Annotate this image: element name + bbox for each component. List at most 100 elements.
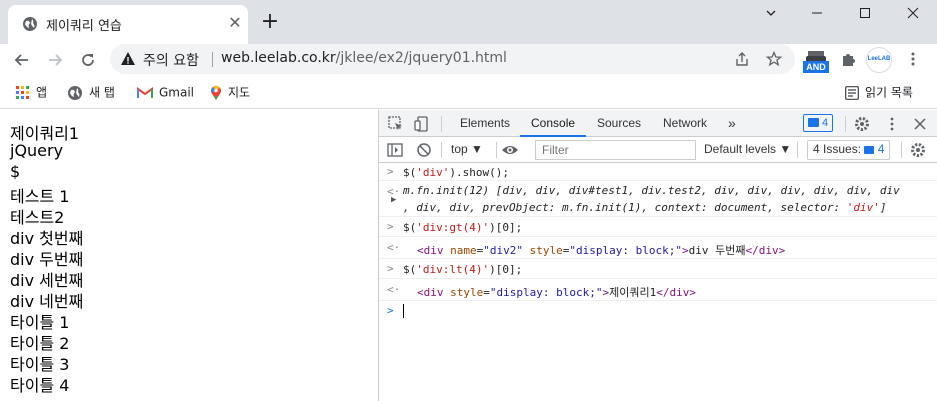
page-text-line: jQuery bbox=[10, 141, 64, 160]
code-token: ] bbox=[879, 201, 887, 214]
and-extension-label: AND bbox=[803, 61, 829, 73]
toolbar-divider bbox=[496, 142, 497, 158]
reading-list-button[interactable]: 읽기 목록 bbox=[845, 82, 913, 102]
maximize-button[interactable] bbox=[842, 0, 888, 28]
tab-sources[interactable]: Sources bbox=[597, 110, 641, 137]
console-output[interactable]: > $( 'div' ).show(); <· ▶ m.fn.init(12) [d… bbox=[379, 163, 937, 401]
device-toolbar-icon[interactable] bbox=[413, 115, 431, 133]
code-token: )[0]; bbox=[489, 221, 523, 234]
toolbar-divider bbox=[901, 142, 902, 158]
message-icon bbox=[864, 146, 875, 154]
kebab-menu-icon[interactable] bbox=[905, 51, 921, 67]
log-levels-dropdown[interactable]: Default levels ▼ bbox=[704, 142, 791, 156]
console-input-row: > $('div:gt(4)')[0]; bbox=[379, 217, 937, 237]
console-filter-input[interactable] bbox=[535, 140, 696, 160]
browser-tab[interactable]: 제이쿼리 연습 ✕ bbox=[8, 5, 248, 44]
dom-node-result[interactable]: <div style="display: block;">제이쿼리1</div> bbox=[417, 284, 696, 300]
more-tabs-button[interactable]: » bbox=[728, 110, 736, 137]
attr-value-token: "display: block;" bbox=[489, 286, 603, 299]
console-filter-bar: top ▼ Default levels ▼ 4 Issues: 4 bbox=[379, 137, 937, 163]
node-text: div 두번째 bbox=[688, 244, 746, 257]
sidebar-toggle-icon[interactable] bbox=[386, 141, 404, 159]
back-button[interactable] bbox=[10, 48, 34, 72]
console-input-row: > $('div:lt(4)')[0]; bbox=[379, 259, 937, 279]
profile-avatar[interactable]: LeeLAB bbox=[866, 47, 892, 73]
devtools-tab-bar: Elements Console Sources Network » 4 bbox=[379, 110, 937, 137]
issues-button[interactable]: 4 Issues: 4 bbox=[807, 140, 891, 160]
minimize-button[interactable] bbox=[794, 0, 840, 28]
issues-count-badge: 4 bbox=[864, 142, 884, 156]
toolbar-divider bbox=[797, 142, 798, 158]
code-token: $( bbox=[403, 166, 417, 179]
reading-list-label: 읽기 목록 bbox=[865, 85, 913, 100]
dom-node-result[interactable]: <div name="div2" style="display: block;"… bbox=[417, 242, 785, 258]
puzzle-icon[interactable] bbox=[840, 52, 856, 68]
string-token: 'div' bbox=[846, 201, 880, 214]
minimize-icon bbox=[812, 12, 822, 14]
context-selector[interactable]: top ▼ bbox=[451, 142, 483, 156]
gear-icon[interactable] bbox=[909, 141, 927, 159]
console-result-line[interactable]: m.fn.init(12) [div, div, div#test1, div.… bbox=[403, 184, 900, 197]
inspect-element-icon[interactable] bbox=[387, 115, 405, 133]
code-token: ).show(); bbox=[449, 166, 509, 179]
bookmark-apps[interactable]: 앱 bbox=[16, 82, 47, 102]
bookmarks-bar: 앱 새 탭 Gmail 지도 읽기 목록 bbox=[0, 75, 937, 109]
tag-token: </div> bbox=[656, 286, 696, 299]
share-icon[interactable] bbox=[734, 51, 750, 67]
messages-badge[interactable]: 4 bbox=[803, 114, 834, 132]
messages-count: 4 bbox=[822, 117, 829, 129]
url-path: /jklee/ex2/jquery01.html bbox=[335, 50, 507, 66]
tab-elements[interactable]: Elements bbox=[460, 110, 510, 137]
bookmark-new-tab-label: 새 탭 bbox=[89, 85, 115, 100]
bookmark-gmail[interactable]: Gmail bbox=[137, 82, 194, 102]
tab-network[interactable]: Network bbox=[663, 110, 707, 137]
page-text-line: $ bbox=[10, 162, 21, 181]
clear-console-icon[interactable] bbox=[415, 141, 433, 159]
page-viewport: 제이쿼리1 jQuery $ 테스트 1 테스트2 div 첫번째 div 두번… bbox=[0, 110, 378, 401]
gmail-icon bbox=[137, 86, 153, 98]
url-text[interactable]: web.leelab.co.kr/jklee/ex2/jquery01.html bbox=[221, 50, 507, 66]
star-icon[interactable] bbox=[766, 51, 782, 67]
gear-icon[interactable] bbox=[853, 115, 871, 133]
arrow-left-icon bbox=[14, 54, 28, 66]
bookmark-new-tab[interactable]: 새 탭 bbox=[67, 82, 115, 102]
close-icon[interactable] bbox=[911, 115, 929, 133]
warning-icon[interactable] bbox=[120, 51, 136, 67]
tab-search-button[interactable] bbox=[748, 0, 794, 28]
text-cursor bbox=[403, 304, 404, 318]
close-window-button[interactable] bbox=[890, 0, 936, 28]
attr-value-token: "div2" bbox=[483, 244, 523, 257]
code-token: $( bbox=[403, 221, 417, 234]
tab-title: 제이쿼리 연습 bbox=[46, 19, 122, 34]
attr-name-token: name bbox=[450, 244, 477, 257]
bookmark-gmail-label: Gmail bbox=[159, 85, 195, 100]
console-prompt-row[interactable]: > bbox=[379, 301, 937, 323]
new-tab-button[interactable]: + bbox=[259, 11, 281, 33]
arrow-right-icon bbox=[49, 54, 63, 66]
message-icon bbox=[808, 118, 819, 127]
toolbar-divider bbox=[441, 116, 442, 132]
tab-console[interactable]: Console bbox=[520, 110, 587, 137]
toolbar-divider bbox=[441, 142, 442, 158]
address-bar[interactable]: 주의 요함 web.leelab.co.kr/jklee/ex2/jquery0… bbox=[110, 44, 795, 74]
bookmark-maps[interactable]: 지도 bbox=[210, 82, 250, 102]
security-label[interactable]: 주의 요함 bbox=[143, 50, 199, 70]
browser-toolbar: 주의 요함 web.leelab.co.kr/jklee/ex2/jquery0… bbox=[0, 44, 937, 75]
and-extension-icon[interactable]: AND bbox=[803, 48, 829, 74]
forward-button[interactable] bbox=[43, 48, 67, 72]
console-output-row: <· <div name="div2" style="display: bloc… bbox=[379, 237, 937, 259]
console-output-row: <· <div style="display: block;">제이쿼리1</d… bbox=[379, 279, 937, 301]
maximize-icon bbox=[860, 8, 870, 18]
eye-icon[interactable] bbox=[501, 141, 519, 159]
kebab-menu-icon[interactable] bbox=[883, 115, 901, 133]
output-arrow-icon: <· bbox=[387, 241, 401, 254]
console-result-line[interactable]: , div, div, prevObject: m.fn.init(1), co… bbox=[403, 201, 886, 214]
reload-button[interactable] bbox=[76, 48, 100, 72]
expand-triangle-icon[interactable]: ▶ bbox=[391, 195, 396, 205]
globe-icon bbox=[68, 85, 82, 100]
input-chevron-icon: > bbox=[387, 262, 394, 275]
input-chevron-icon: > bbox=[387, 165, 394, 178]
omnibox-divider bbox=[212, 52, 213, 67]
close-tab-icon[interactable]: ✕ bbox=[226, 14, 244, 32]
string-token: 'div:gt(4)' bbox=[416, 221, 490, 234]
